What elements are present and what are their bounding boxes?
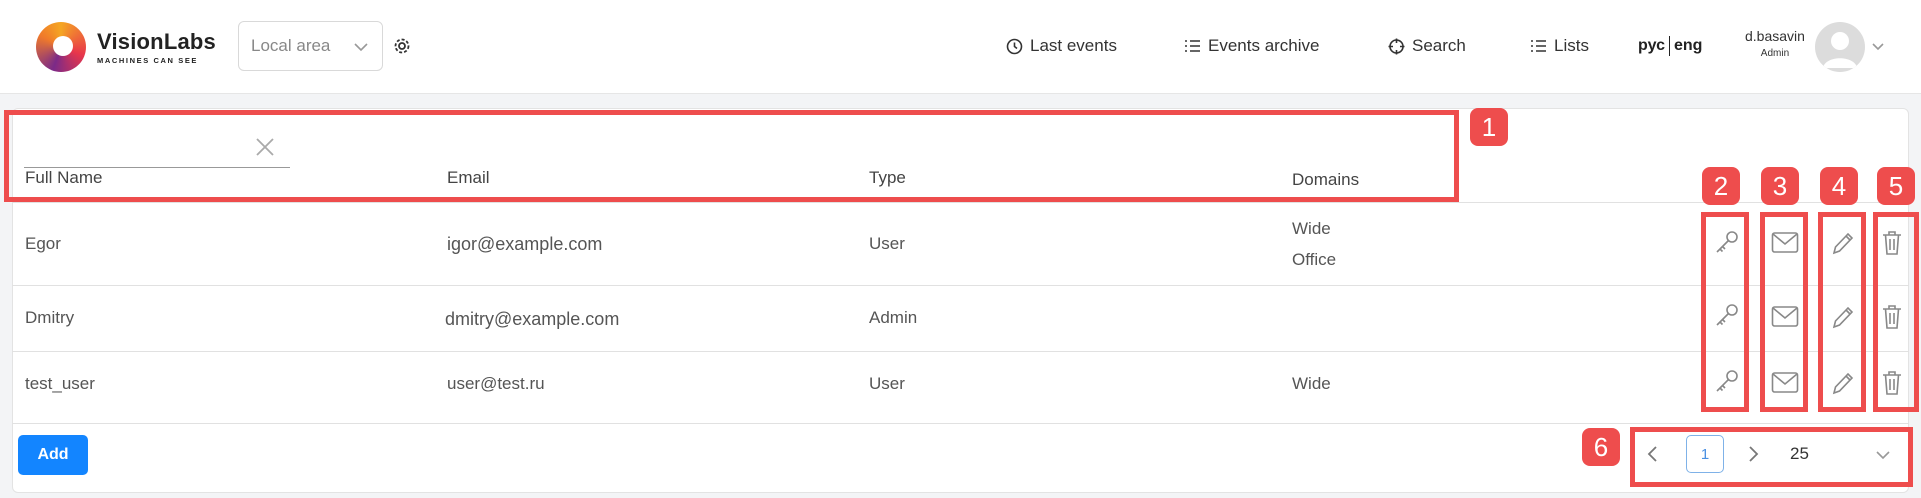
callout-badge: 5 [1877, 167, 1915, 205]
callout-box-mail-column [1760, 212, 1808, 412]
user-role: Admin [1760, 48, 1790, 59]
user-name: d.basavin [1745, 28, 1805, 44]
row-divider [12, 285, 1909, 286]
row-email: igor@example.com [447, 234, 603, 254]
logo-mark-icon [36, 22, 86, 72]
lang-en[interactable]: eng [1674, 37, 1702, 55]
row-domain: Wide [1292, 219, 1331, 238]
crosshair-icon [1388, 38, 1405, 54]
list-icon [1531, 39, 1546, 52]
user-icon [1823, 32, 1857, 68]
nav-search-label: Search [1412, 36, 1466, 55]
logo-subtitle: MACHINES CAN SEE [97, 56, 199, 65]
callout-box-delete-column [1873, 212, 1919, 412]
row-domain: Office [1292, 250, 1337, 269]
nav-events-archive-label: Events archive [1208, 36, 1320, 55]
lang-separator [1668, 36, 1670, 56]
row-domain: Wide [1292, 374, 1331, 393]
clock-icon [1006, 38, 1023, 54]
callout-badge: 6 [1582, 428, 1620, 466]
row-email: dmitry@example.com [445, 309, 620, 329]
row-name: Dmitry [25, 308, 75, 327]
callout-badge: 4 [1820, 167, 1858, 205]
header-divider [12, 202, 1909, 203]
nav-events-archive[interactable]: Events archive [1184, 36, 1320, 56]
list-icon [1185, 39, 1200, 52]
chevron-down-icon[interactable] [1870, 39, 1886, 55]
avatar[interactable] [1815, 22, 1865, 72]
callout-box-edit-column [1818, 212, 1866, 412]
callout-badge: 2 [1702, 167, 1740, 205]
row-email: user@test.ru [447, 374, 545, 393]
area-select-value: Local area [251, 36, 331, 55]
nav-last-events[interactable]: Last events [1006, 36, 1117, 56]
row-name: test_user [25, 374, 95, 393]
callout-box-pagination [1630, 427, 1913, 487]
add-user-button[interactable]: Add [18, 435, 88, 475]
logo[interactable]: VisionLabs MACHINES CAN SEE [36, 22, 216, 72]
row-divider [12, 423, 1909, 424]
row-type: Admin [869, 308, 918, 327]
callout-box-key-column [1701, 212, 1749, 412]
callout-badge: 3 [1761, 167, 1799, 205]
nav-lists-label: Lists [1554, 36, 1589, 55]
language-switch: рус eng [1638, 36, 1702, 56]
nav-search[interactable]: Search [1388, 36, 1466, 56]
logo-title: VisionLabs [97, 29, 216, 54]
callout-box-filter-header [4, 110, 1459, 202]
row-divider [12, 351, 1909, 352]
row-type: User [869, 374, 905, 393]
nav-last-events-label: Last events [1030, 36, 1117, 55]
gear-icon[interactable] [392, 36, 412, 56]
top-header: VisionLabs MACHINES CAN SEE Local area L… [0, 0, 1921, 94]
chevron-down-icon [354, 43, 368, 52]
nav-lists[interactable]: Lists [1530, 36, 1589, 56]
lang-ru[interactable]: рус [1638, 37, 1665, 55]
area-select[interactable]: Local area [238, 21, 383, 71]
row-name: Egor [25, 234, 61, 253]
row-type: User [869, 234, 905, 253]
user-info[interactable]: d.basavin Admin [1745, 28, 1805, 59]
callout-badge: 1 [1470, 108, 1508, 146]
